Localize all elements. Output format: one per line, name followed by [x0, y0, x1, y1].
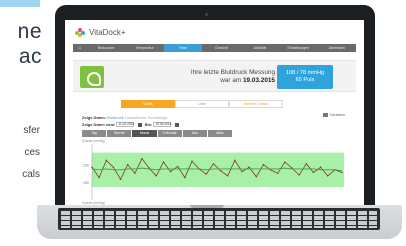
date-range-row: Zeige Daten vom: 11.02.2015 Bis: 19.03.2…: [82, 122, 181, 128]
blood-pressure-chart: 120 100: [83, 144, 344, 200]
measurement-point[interactable]: [91, 166, 93, 168]
show-data-option-blutdruck[interactable]: Blutdruck: [107, 115, 124, 120]
nav-item-blutzucker[interactable]: Blutzucker: [87, 44, 125, 52]
show-data-label: Zeige Daten:: [82, 115, 107, 120]
laptop-notch: [190, 205, 224, 208]
tab-liste[interactable]: Liste: [175, 100, 229, 108]
measurement-point[interactable]: [212, 163, 215, 165]
measurement-point[interactable]: [119, 178, 122, 181]
range-jahr[interactable]: Jahr: [182, 130, 207, 137]
printer-icon: [323, 112, 329, 117]
logo-text: VitaDock+: [89, 28, 126, 37]
app-header: VitaDock+: [65, 20, 364, 42]
blood-pressure-value: 108 / 78 mmHg: [285, 70, 325, 76]
measurement-point[interactable]: [141, 157, 143, 160]
measurement-point[interactable]: [277, 172, 279, 174]
measurement-point[interactable]: [162, 161, 165, 163]
date-from-label: Zeige Daten vom:: [82, 122, 116, 127]
measurement-point[interactable]: [105, 159, 107, 162]
laptop-keyboard: [58, 208, 380, 230]
measurement-point[interactable]: [234, 159, 236, 162]
measurement-point[interactable]: [298, 174, 300, 176]
print-label: Drucken: [330, 112, 345, 117]
nav-home-icon[interactable]: ⌂: [73, 44, 87, 52]
range-selector: Tag Woche Monat 3 Monate Jahr Alles: [82, 130, 233, 137]
tab-weitere-details[interactable]: Weitere Details: [229, 100, 283, 108]
laptop-camera: [205, 13, 208, 16]
last-measurement-banner: Ihre letzte Blutdruck Messung war am 19.…: [73, 60, 356, 92]
heart-pressure-icon: [80, 66, 104, 88]
measurement-point[interactable]: [319, 166, 322, 168]
tab-grafik[interactable]: Grafik: [121, 100, 175, 108]
banner-text-line-2: war am 19.03.2015: [175, 77, 275, 85]
last-measurement-value: 108 / 78 mmHg 65 Puls: [277, 65, 333, 89]
background-accent: [0, 0, 40, 7]
y-axis-label-top: Systole (mmHg): [82, 139, 105, 143]
measurement-point[interactable]: [255, 176, 257, 178]
measurement-point[interactable]: [327, 175, 329, 177]
nav-item-gewicht[interactable]: Gewicht: [202, 44, 240, 52]
measurement-point[interactable]: [184, 176, 186, 179]
chart-panel: Drucken Zeige Daten: Blutdruck Diastolis…: [80, 112, 348, 205]
measurement-point[interactable]: [127, 163, 129, 166]
range-tag[interactable]: Tag: [82, 130, 107, 137]
banner-date: 19.03.2015: [243, 77, 275, 84]
range-monat[interactable]: Monat: [132, 130, 157, 137]
background-heading-line-1: ne: [17, 20, 42, 43]
background-body-line-1: sfer: [23, 125, 40, 136]
date-from-input[interactable]: 11.02.2015: [116, 122, 135, 128]
measurement-point[interactable]: [98, 176, 100, 179]
keyboard-rows: [58, 208, 380, 230]
measurement-point[interactable]: [341, 171, 343, 174]
normal-range-band: [92, 152, 344, 188]
print-button[interactable]: Drucken: [323, 112, 345, 117]
range-woche[interactable]: Woche: [107, 130, 132, 137]
measurement-point[interactable]: [284, 161, 286, 163]
show-data-option-diastolisch[interactable]: Diastolische Rechtslage: [125, 115, 168, 120]
calendar-icon[interactable]: [174, 122, 179, 127]
nav-item-aktivitaet[interactable]: Aktivität: [241, 44, 279, 52]
background-body-line-3: cals: [22, 169, 40, 180]
y-tick-label-1: 100: [83, 181, 89, 185]
measurement-point[interactable]: [112, 166, 115, 168]
measurement-point[interactable]: [191, 160, 193, 162]
measurement-point[interactable]: [227, 175, 229, 177]
vitadock-logo-icon: [75, 28, 86, 37]
background-body-line-2: ces: [24, 147, 40, 158]
banner-text-line-1: Ihre letzte Blutdruck Messung: [190, 69, 275, 76]
measurement-point[interactable]: [241, 170, 243, 173]
vitadock-app: VitaDock+ ⌂ Blutzucker Temperatur Herz G…: [65, 20, 364, 205]
nav-item-temperatur[interactable]: Temperatur: [125, 44, 163, 52]
measurement-point[interactable]: [205, 173, 207, 175]
measurement-point[interactable]: [248, 166, 250, 168]
date-to-input[interactable]: 19.03.2015: [153, 122, 172, 128]
last-measurement-text: Ihre letzte Blutdruck Messung war am 19.…: [175, 69, 275, 85]
measurement-point[interactable]: [312, 171, 315, 174]
show-data-row: Zeige Daten: Blutdruck Diastolische Rech…: [82, 115, 168, 120]
nav-item-einstellungen[interactable]: Einstellungen: [279, 44, 317, 52]
measurement-point[interactable]: [134, 172, 136, 174]
measurement-point[interactable]: [305, 163, 307, 165]
measurement-point[interactable]: [177, 165, 179, 168]
calendar-icon[interactable]: [137, 122, 142, 127]
y-tick-label-0: 120: [83, 164, 89, 168]
main-nav: ⌂ Blutzucker Temperatur Herz Gewicht Akt…: [73, 44, 356, 52]
measurement-point[interactable]: [169, 170, 172, 173]
app-logo[interactable]: VitaDock+: [75, 28, 126, 37]
date-to-label: Bis:: [144, 122, 153, 127]
range-alles[interactable]: Alles: [207, 130, 233, 137]
measurement-point[interactable]: [262, 163, 265, 166]
nav-item-abmelden[interactable]: Abmelden: [318, 44, 356, 52]
nav-item-herz[interactable]: Herz: [163, 44, 203, 52]
range-3-monate[interactable]: 3 Monate: [157, 130, 182, 137]
pulse-value: 65 Puls: [295, 77, 315, 83]
background-heading-line-2: ac: [18, 45, 42, 68]
measurement-point[interactable]: [155, 175, 157, 177]
banner-date-prefix: war am: [220, 77, 242, 84]
laptop-screen: VitaDock+ ⌂ Blutzucker Temperatur Herz G…: [65, 20, 364, 205]
view-tabs: Grafik Liste Weitere Details: [121, 100, 283, 108]
measurement-point[interactable]: [219, 170, 222, 172]
